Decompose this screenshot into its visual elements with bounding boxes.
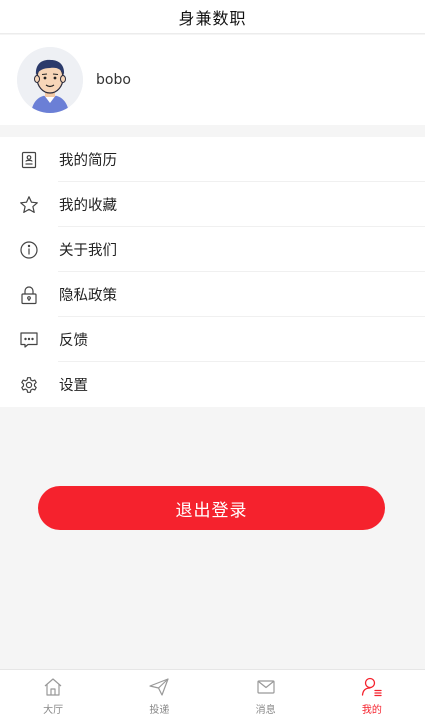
tab-label: 消息: [255, 704, 276, 716]
tab-label: 大厅: [43, 704, 64, 716]
tab-lobby[interactable]: 大厅: [0, 670, 106, 720]
menu-item-label: 隐私政策: [59, 288, 117, 304]
tab-label: 投递: [149, 704, 170, 716]
menu-item-privacy[interactable]: 隐私政策: [0, 272, 425, 317]
user-avatar-icon: [17, 47, 83, 113]
info-icon: [18, 239, 40, 261]
menu-item-label: 我的简历: [59, 153, 117, 169]
menu-item-label: 我的收藏: [59, 198, 117, 214]
menu-item-resume[interactable]: 我的简历: [0, 137, 425, 182]
settings-menu: 我的简历 我的收藏 关于我们 隐私政策 反馈 设置: [0, 137, 425, 407]
page-title: 身兼数职: [178, 8, 247, 28]
resume-icon: [18, 149, 40, 171]
tab-messages[interactable]: 消息: [213, 670, 319, 720]
feedback-icon: [18, 329, 40, 351]
username: bobo: [96, 72, 131, 88]
mail-icon: [254, 675, 278, 699]
send-icon: [147, 675, 171, 699]
star-icon: [18, 194, 40, 216]
avatar[interactable]: [17, 47, 83, 113]
tab-bar: 大厅 投递 消息 我的: [0, 669, 425, 720]
menu-item-label: 关于我们: [59, 243, 117, 259]
menu-item-label: 反馈: [59, 333, 88, 349]
menu-item-favorites[interactable]: 我的收藏: [0, 182, 425, 227]
menu-item-feedback[interactable]: 反馈: [0, 317, 425, 362]
logout-button[interactable]: 退出登录: [38, 486, 385, 530]
tab-mine[interactable]: 我的: [319, 670, 425, 720]
menu-item-about[interactable]: 关于我们: [0, 227, 425, 272]
menu-item-settings[interactable]: 设置: [0, 362, 425, 407]
lock-icon: [18, 284, 40, 306]
menu-item-label: 设置: [59, 378, 88, 394]
header: 身兼数职: [0, 0, 425, 34]
profile-card[interactable]: bobo: [0, 35, 425, 125]
app-screen: 身兼数职 bobo 我的简历 我的收藏 关于我们 隐私政策 反馈 设置 退出登录…: [0, 0, 425, 720]
home-icon: [41, 675, 65, 699]
tab-delivery[interactable]: 投递: [106, 670, 212, 720]
gear-icon: [18, 374, 40, 396]
tab-label: 我的: [361, 704, 382, 716]
user-icon: [360, 675, 384, 699]
